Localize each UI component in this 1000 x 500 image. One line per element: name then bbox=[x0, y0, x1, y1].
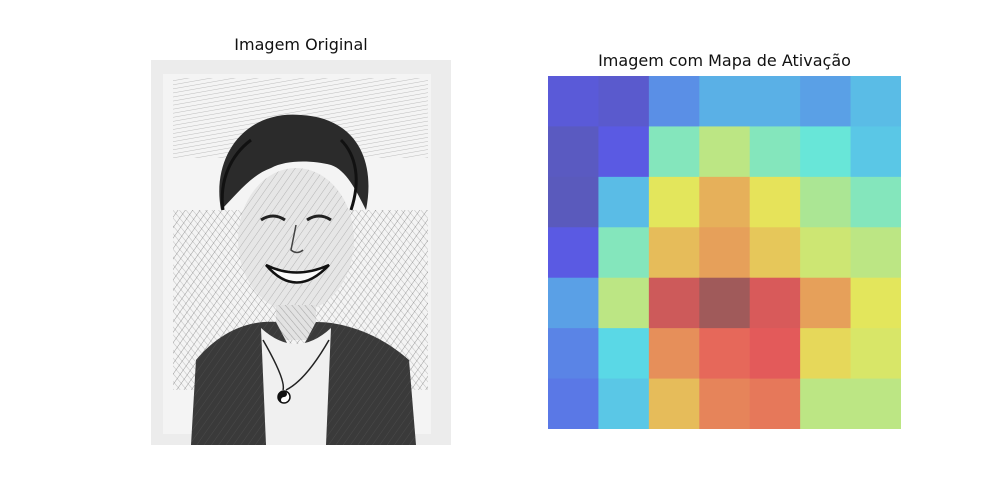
activation-map-title: Imagem com Mapa de Ativação bbox=[598, 51, 851, 70]
heatmap-cell-r6-c3 bbox=[699, 378, 751, 429]
original-image-title: Imagem Original bbox=[234, 35, 368, 54]
heatmap-cell-r4-c4 bbox=[749, 277, 801, 329]
heatmap-cell-r1-c6 bbox=[850, 126, 901, 178]
heatmap-cell-r1-c1 bbox=[598, 126, 650, 178]
heatmap-cell-r5-c0 bbox=[548, 328, 599, 380]
heatmap-plot bbox=[548, 76, 901, 429]
heatmap-cell-r3-c2 bbox=[648, 227, 700, 279]
heatmap-cell-r1-c4 bbox=[749, 126, 801, 178]
heatmap-cell-r0-c4 bbox=[749, 76, 801, 127]
heatmap-cell-r1-c2 bbox=[648, 126, 700, 178]
heatmap-cell-r0-c2 bbox=[648, 76, 700, 127]
pencil-sketch-portrait-icon bbox=[151, 60, 451, 445]
heatmap-cell-r4-c2 bbox=[648, 277, 700, 329]
heatmap-cell-r0-c5 bbox=[800, 76, 852, 127]
heatmap-cell-r2-c0 bbox=[548, 176, 599, 228]
heatmap-cell-r2-c2 bbox=[648, 176, 700, 228]
heatmap-cell-r5-c3 bbox=[699, 328, 751, 380]
heatmap-cell-r3-c5 bbox=[800, 227, 852, 279]
heatmap-cell-r2-c1 bbox=[598, 176, 650, 228]
heatmap-cell-r3-c1 bbox=[598, 227, 650, 279]
heatmap-cell-r0-c6 bbox=[850, 76, 901, 127]
heatmap-cell-r1-c0 bbox=[548, 126, 599, 178]
heatmap-cell-r3-c4 bbox=[749, 227, 801, 279]
heatmap-cell-r2-c5 bbox=[800, 176, 852, 228]
heatmap-cell-r4-c0 bbox=[548, 277, 599, 329]
heatmap-cell-r4-c3 bbox=[699, 277, 751, 329]
heatmap-cell-r0-c1 bbox=[598, 76, 650, 127]
heatmap-cell-r4-c5 bbox=[800, 277, 852, 329]
heatmap-cell-r5-c1 bbox=[598, 328, 650, 380]
heatmap-cell-r3-c0 bbox=[548, 227, 599, 279]
heatmap-cell-r5-c5 bbox=[800, 328, 852, 380]
activation-heatmap bbox=[548, 76, 901, 429]
heatmap-cell-r6-c1 bbox=[598, 378, 650, 429]
heatmap-cell-r2-c3 bbox=[699, 176, 751, 228]
heatmap-cell-r2-c6 bbox=[850, 176, 901, 228]
heatmap-cell-r1-c3 bbox=[699, 126, 751, 178]
heatmap-cell-r5-c4 bbox=[749, 328, 801, 380]
heatmap-cell-r1-c5 bbox=[800, 126, 852, 178]
heatmap-cell-r5-c6 bbox=[850, 328, 901, 380]
heatmap-cell-r6-c2 bbox=[648, 378, 700, 429]
heatmap-cell-r3-c3 bbox=[699, 227, 751, 279]
heatmap-cell-r5-c2 bbox=[648, 328, 700, 380]
heatmap-cell-r2-c4 bbox=[749, 176, 801, 228]
heatmap-cell-r4-c1 bbox=[598, 277, 650, 329]
original-image bbox=[151, 60, 451, 445]
heatmap-cell-r6-c6 bbox=[850, 378, 901, 429]
heatmap-cell-r6-c0 bbox=[548, 378, 599, 429]
heatmap-cell-r0-c3 bbox=[699, 76, 751, 127]
heatmap-cell-r6-c4 bbox=[749, 378, 801, 429]
heatmap-cell-r4-c6 bbox=[850, 277, 901, 329]
heatmap-cell-r0-c0 bbox=[548, 76, 599, 127]
heatmap-cell-r3-c6 bbox=[850, 227, 901, 279]
heatmap-cell-r6-c5 bbox=[800, 378, 852, 429]
